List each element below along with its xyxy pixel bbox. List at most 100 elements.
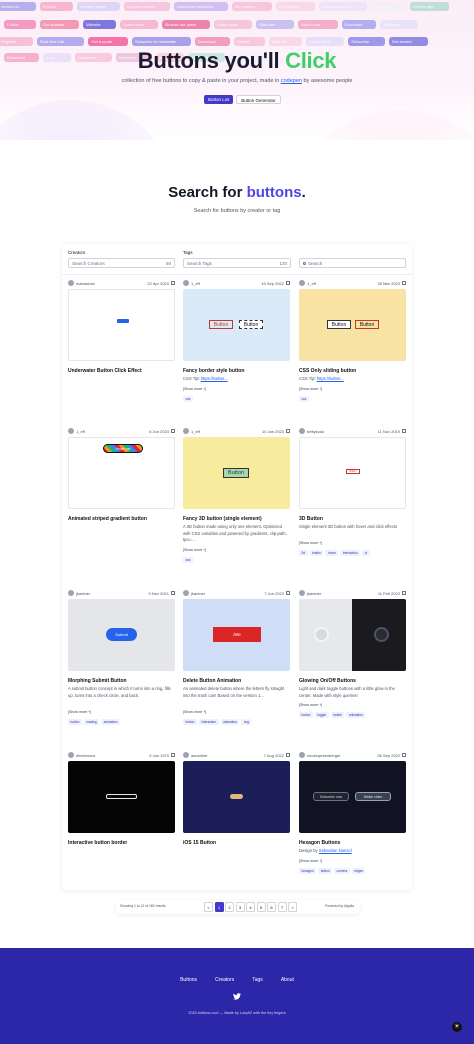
button-preview[interactable] (68, 761, 175, 833)
show-more-button[interactable]: [Show more +] (68, 710, 91, 714)
tag-pill[interactable]: interaction (198, 718, 219, 725)
codepen-link[interactable]: codepen (281, 78, 302, 84)
on-button[interactable] (314, 627, 329, 642)
page-button[interactable]: 3 (235, 902, 245, 912)
footer-link-tags[interactable]: Tags (252, 977, 263, 983)
page-button[interactable]: 7 (277, 902, 287, 912)
hero-chip[interactable]: Get a quote (88, 37, 128, 46)
tag-pill[interactable]: button (309, 550, 324, 557)
button-card[interactable]: 1_eff 30 Mar 2023 Button Button CSS Only sli… (299, 280, 406, 420)
author-name[interactable]: 1_eff (307, 281, 316, 286)
show-more-button[interactable]: [Show more +] (299, 541, 322, 545)
hero-chip[interactable]: Website (83, 20, 117, 29)
author-name[interactable]: jkantner (76, 591, 90, 596)
button-card[interactable]: jkantner 11 Feb 2023 Glowing On/Off Button… (299, 590, 406, 730)
preview-button[interactable]: Button (209, 320, 233, 329)
avatar[interactable] (68, 590, 74, 596)
preview-button[interactable]: Button (239, 320, 263, 329)
button-card[interactable]: bettykudo 11 Nov 2019 Button 3D Button Singl… (299, 428, 406, 568)
button-card[interactable]: 1_eff 10 Jan 2023 Button Fancy 3D button (s… (183, 428, 290, 568)
card-title[interactable]: Fancy 3D button (single element) (183, 516, 262, 522)
hero-chip[interactable]: Browse guides (77, 2, 120, 11)
avatar[interactable] (183, 428, 189, 434)
prev-page-button[interactable]: < (204, 902, 213, 912)
hero-chip[interactable]: Register (0, 37, 33, 46)
author-name[interactable]: nicolasjesenberger (307, 753, 341, 758)
avatar[interactable] (299, 590, 305, 596)
tag-pill[interactable]: toggle (314, 712, 329, 719)
hero-chip[interactable]: Get updates (39, 20, 80, 29)
tag-pill[interactable]: animation (346, 712, 366, 719)
tag-pill[interactable]: switch (330, 712, 345, 719)
card-title[interactable]: Morphing Submit Button (68, 678, 127, 684)
show-more-button[interactable]: [Show more +] (183, 387, 206, 391)
preview-button[interactable]: Watch video (355, 792, 391, 801)
card-title[interactable]: Fancy border style button (183, 368, 244, 374)
hero-chip[interactable]: Learn more (120, 20, 159, 29)
hero-chip[interactable]: contact us (0, 2, 36, 11)
tag-pill[interactable]: css (183, 395, 193, 402)
tag-pill[interactable]: corners (334, 867, 350, 874)
button-preview[interactable]: Button (299, 437, 406, 509)
tag-pill[interactable]: button (183, 718, 197, 725)
avatar[interactable] (299, 752, 305, 758)
preview-button[interactable]: /ete (213, 627, 261, 642)
card-title[interactable]: 3D Button (299, 516, 323, 522)
tag-pill[interactable]: svg (241, 718, 252, 725)
preview-button[interactable]: Button (327, 320, 351, 329)
button-card[interactable]: jkantner 7 Jun 2023/ete Delete Button Anim… (183, 590, 290, 730)
card-title[interactable]: Interactive button border (68, 840, 127, 846)
twitter-icon[interactable] (233, 993, 241, 1000)
avatar[interactable] (299, 428, 305, 434)
button-preview[interactable] (299, 599, 406, 671)
author-name[interactable]: mahanban (76, 281, 95, 286)
hero-chip[interactable]: Get started (388, 37, 429, 46)
hero-chip[interactable]: Start free (256, 20, 294, 29)
preview-button[interactable]: Button (223, 468, 249, 478)
hero-chip[interactable]: Download (341, 20, 377, 29)
hero-chip[interactable]: Start free (380, 20, 419, 29)
avatar[interactable] (183, 280, 189, 286)
button-preview[interactable]: Button Button (183, 289, 290, 361)
footer-link-creators[interactable]: Creators (215, 977, 234, 983)
hero-chip[interactable]: Get started (232, 2, 272, 11)
hero-chip[interactable]: Learn more (306, 37, 345, 46)
avatar[interactable] (68, 280, 74, 286)
description-link[interactable]: Sebastian Nanzel (319, 848, 352, 853)
show-more-button[interactable]: [Show more +] (183, 548, 206, 552)
preview-button[interactable] (230, 794, 243, 799)
hero-chip[interactable]: Download (194, 37, 230, 46)
hero-chip[interactable]: Donate (233, 37, 266, 46)
preview-button[interactable]: Hover me (103, 444, 143, 453)
tag-pill[interactable]: interaction (340, 550, 361, 557)
hero-chip[interactable]: Explore (40, 2, 74, 11)
button-preview[interactable] (183, 761, 290, 833)
author-name[interactable]: jkantner (191, 591, 205, 596)
page-button[interactable]: 6 (267, 902, 276, 912)
avatar[interactable] (299, 280, 305, 286)
tag-pill[interactable]: button (299, 712, 313, 719)
hero-chip[interactable]: Book now (370, 2, 406, 11)
show-more-button[interactable]: [Show more +] (299, 859, 322, 863)
button-card[interactable]: aaronlker 7 Aug 2022 iOS 15 Button (183, 752, 290, 892)
tag-pill[interactable]: css (299, 395, 309, 402)
tag-pill[interactable]: hover (325, 550, 339, 557)
show-more-button[interactable]: [Show more +] (299, 387, 322, 391)
footer-link-buttons[interactable]: Buttons (180, 977, 197, 983)
tag-pill[interactable]: animation (101, 718, 120, 725)
powered-by[interactable]: Powered by Algolia (325, 904, 354, 908)
page-button[interactable]: 5 (256, 902, 266, 912)
hero-chip[interactable]: Subscribe (348, 37, 385, 46)
card-title[interactable]: Animated striped gradient button (68, 516, 147, 522)
avatar[interactable] (68, 428, 74, 434)
hero-chip[interactable]: Browse countries (319, 2, 367, 11)
tag-pill[interactable]: button (318, 867, 333, 874)
tag-pill[interactable]: 3d (299, 550, 308, 557)
preview-button[interactable] (117, 319, 129, 323)
preview-button[interactable]: Button (346, 469, 360, 474)
next-page-button[interactable]: > (288, 902, 297, 912)
button-preview[interactable]: Submit (68, 599, 175, 671)
author-name[interactable]: bettykudo (307, 429, 324, 434)
author-name[interactable]: electerious (76, 753, 95, 758)
button-preview[interactable]: /ete (183, 599, 290, 671)
